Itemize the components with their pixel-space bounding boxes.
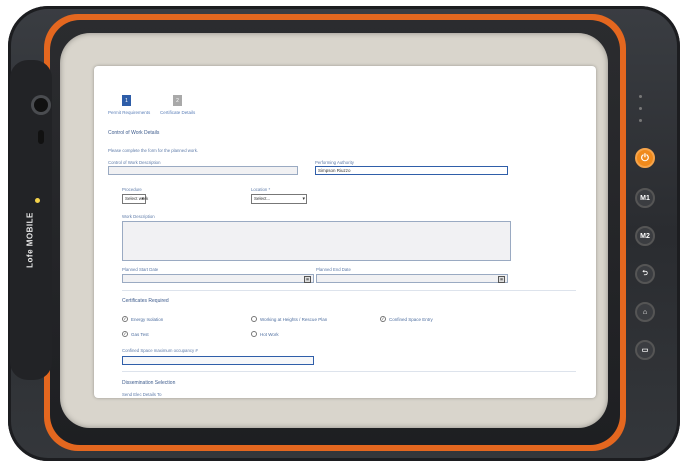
checkbox-working-at-heights[interactable]: Working at Heights / Rescue Plan: [251, 316, 327, 322]
planned-start-label: Planned Start Date: [122, 267, 159, 272]
occupancy-label: Confined Space maximum occupancy #: [122, 348, 198, 353]
checkbox-gas-test[interactable]: ✓ Gas Test: [122, 331, 149, 337]
calendar-icon[interactable]: ▦: [304, 276, 311, 283]
step-2-badge[interactable]: 2: [173, 95, 182, 106]
indicator-dots: [639, 95, 643, 131]
step-1-label[interactable]: Permit Requirements: [108, 110, 150, 115]
performing-authority-input[interactable]: Simpson Riuzzo: [315, 166, 508, 175]
chevron-down-icon: ▾: [141, 196, 144, 202]
section-heading-dissemination: Dissemination Selection: [122, 380, 176, 386]
performing-authority-label: Performing Authority: [315, 160, 354, 165]
step-2-label[interactable]: Certificate Details: [160, 110, 195, 115]
divider: [122, 371, 576, 372]
checkbox-confined-space-entry[interactable]: ✓ Confined Space Entry: [380, 316, 433, 322]
m1-button[interactable]: M1: [635, 188, 655, 208]
app-screen: 1 2 Permit Requirements Certificate Deta…: [94, 66, 596, 398]
chevron-down-icon: ▾: [302, 196, 305, 202]
power-button[interactable]: ⏻: [635, 148, 655, 168]
form-instruction: Please complete the form for the planned…: [108, 148, 199, 153]
divider: [122, 290, 576, 291]
back-button[interactable]: ⮌: [635, 264, 655, 284]
occupancy-input[interactable]: [122, 356, 314, 365]
section-heading-control: Control of Work Details: [108, 130, 160, 136]
check-icon: ✓: [122, 331, 128, 337]
checkbox-hot-work[interactable]: Hot Work: [251, 331, 279, 337]
location-select[interactable]: Select... ▾: [251, 194, 307, 204]
planned-end-input[interactable]: ▦: [316, 274, 508, 283]
control-of-work-label: Control of Work Description: [108, 160, 161, 165]
camera-icon: [34, 98, 48, 112]
dissemination-sub: Send Elec Details To: [122, 392, 162, 397]
work-description-label: Work Description: [122, 214, 155, 219]
status-led-icon: [35, 198, 40, 203]
empty-check-icon: [251, 331, 257, 337]
planned-end-label: Planned End Date: [316, 267, 351, 272]
empty-check-icon: [251, 316, 257, 322]
work-description-textarea[interactable]: [122, 221, 511, 261]
procedure-select[interactable]: Select work ▾: [122, 194, 148, 204]
check-icon: ✓: [122, 316, 128, 322]
control-of-work-input[interactable]: [108, 166, 298, 175]
step-1-badge[interactable]: 1: [122, 95, 131, 106]
planned-start-input[interactable]: ▦: [122, 274, 314, 283]
recent-apps-button[interactable]: ▭: [635, 340, 655, 360]
m2-button[interactable]: M2: [635, 226, 655, 246]
home-button[interactable]: ⌂: [635, 302, 655, 322]
sensor-icon: [38, 130, 44, 144]
calendar-icon[interactable]: ▦: [498, 276, 505, 283]
checkbox-energy-isolation[interactable]: ✓ Energy Isolation: [122, 316, 163, 322]
check-icon: ✓: [380, 316, 386, 322]
brand-logo: Lofe MOBILE: [25, 212, 35, 268]
procedure-label: Procedure: [122, 187, 142, 192]
location-label: Location *: [251, 187, 271, 192]
section-heading-certificates: Certificates Required: [122, 298, 169, 304]
